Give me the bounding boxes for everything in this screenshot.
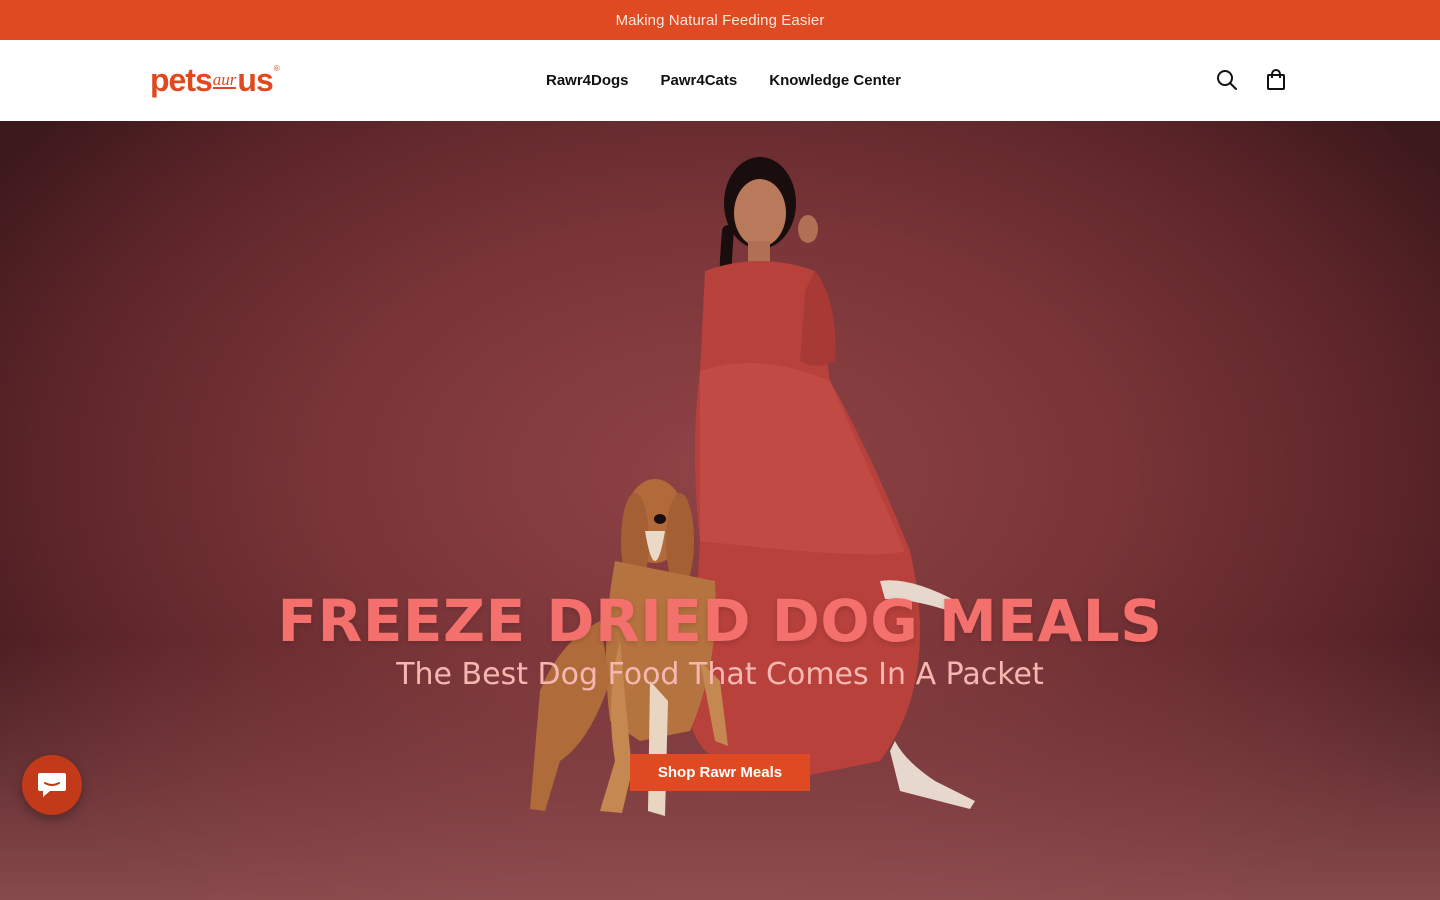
woman-figure xyxy=(690,157,975,809)
hero-banner: FREEZE DRIED DOG MEALS The Best Dog Food… xyxy=(0,121,1440,900)
announcement-text: Making Natural Feeding Easier xyxy=(615,11,825,29)
search-button[interactable] xyxy=(1215,68,1239,92)
nav-link-knowledge-center[interactable]: Knowledge Center xyxy=(753,72,917,89)
brand-logo[interactable]: pets aur us ® xyxy=(150,62,280,98)
chat-widget-button[interactable] xyxy=(22,755,82,815)
logo-text-us: us xyxy=(237,62,273,98)
announcement-bar: Making Natural Feeding Easier xyxy=(0,0,1440,40)
nav-link-pawr4cats[interactable]: Pawr4Cats xyxy=(645,72,754,89)
logo-text-aur: aur xyxy=(212,70,237,89)
hero-title: FREEZE DRIED DOG MEALS xyxy=(277,587,1163,655)
search-icon xyxy=(1217,70,1237,90)
shopping-bag-icon xyxy=(1267,69,1285,90)
cart-button[interactable] xyxy=(1264,68,1288,92)
site-header: pets aur us ® Rawr4Dogs Pawr4Cats Knowle… xyxy=(0,40,1440,121)
main-nav: Rawr4Dogs Pawr4Cats Knowledge Center xyxy=(530,40,917,121)
chat-bubble-icon xyxy=(38,773,66,797)
shop-rawr-meals-button[interactable]: Shop Rawr Meals xyxy=(630,754,810,791)
hero-subtitle: The Best Dog Food That Comes In A Packet xyxy=(396,657,1044,692)
nav-link-rawr4dogs[interactable]: Rawr4Dogs xyxy=(530,72,645,89)
logo-text-pets: pets xyxy=(150,62,213,98)
logo-registered-mark: ® xyxy=(273,64,280,73)
